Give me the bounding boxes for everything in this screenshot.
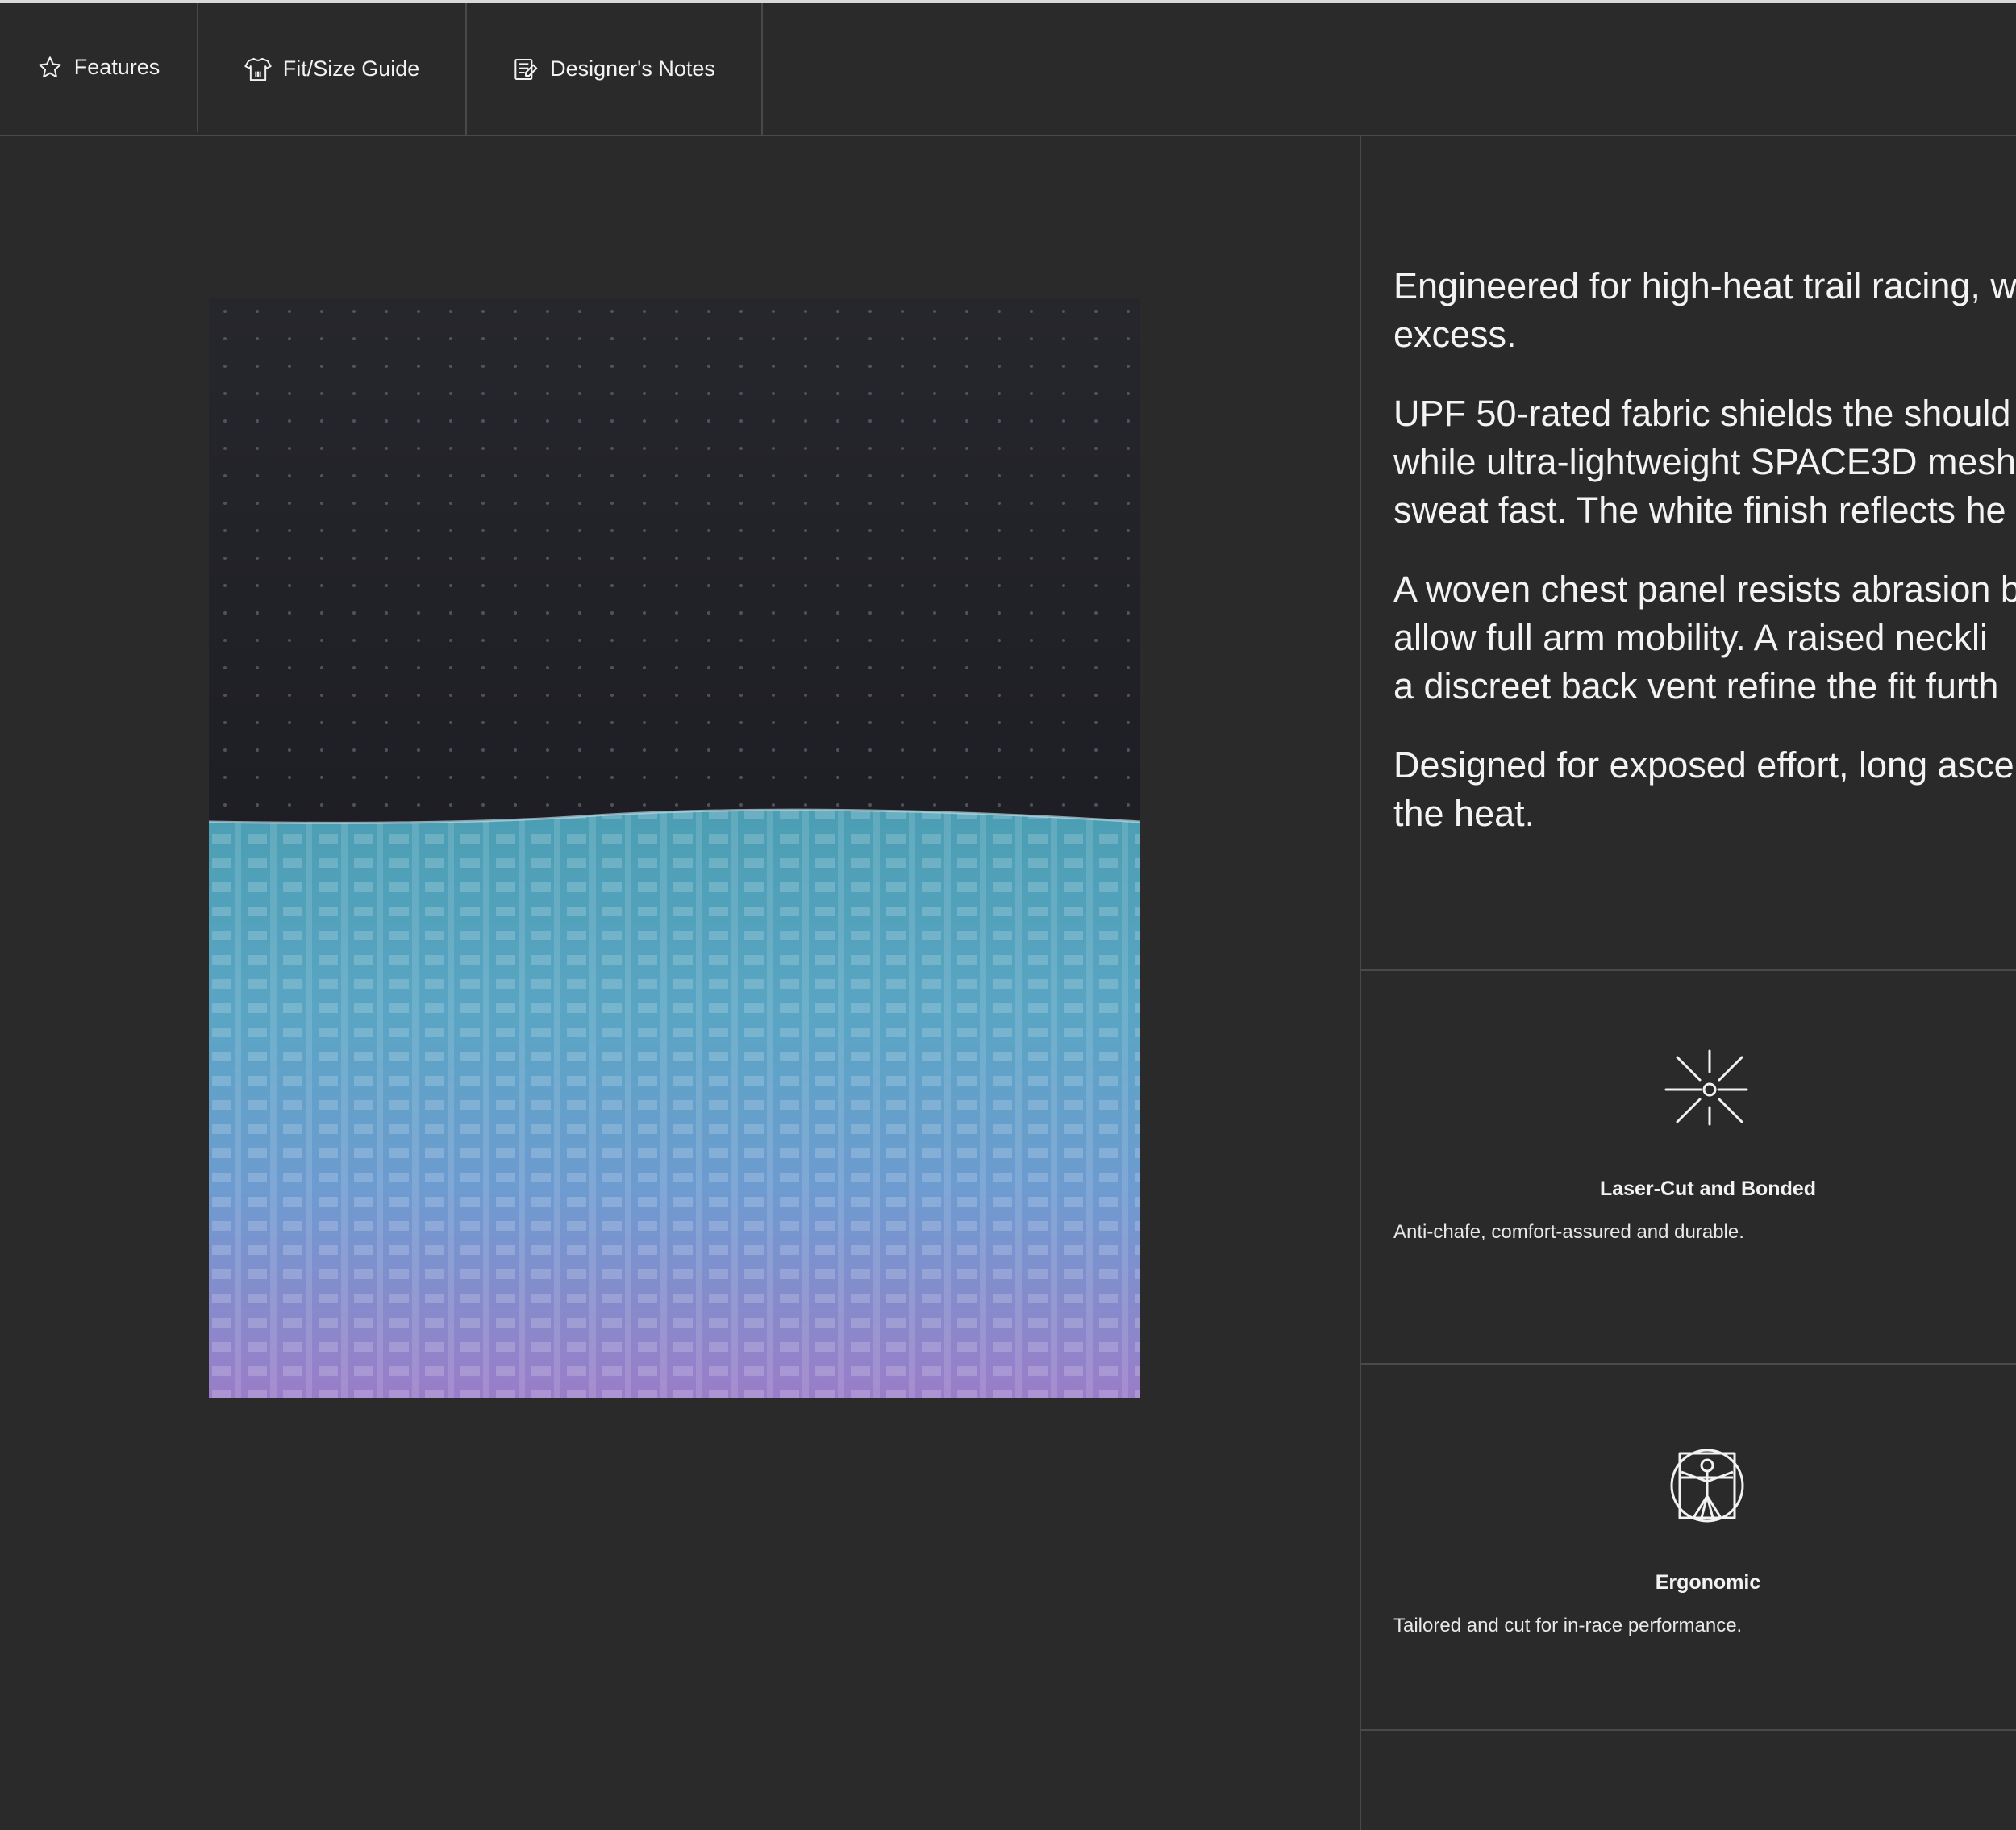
- feature-title: Ergonomic: [1655, 1571, 1761, 1594]
- feature-title: Laser-Cut and Bonded: [1599, 1178, 1817, 1200]
- description-paragraph: Designed for exposed effort, long asce t…: [1393, 744, 2014, 834]
- tab-features[interactable]: Features: [0, 3, 198, 135]
- vitruvian-man-icon: [1663, 1441, 1752, 1530]
- section-divider: [1361, 1729, 2016, 1731]
- laser-burst-icon: [1663, 1048, 1752, 1136]
- product-features-page: Features Fit/Size Guide Designer's Notes: [0, 0, 2016, 1830]
- tab-fit-size-guide[interactable]: Fit/Size Guide: [198, 3, 467, 135]
- tshirt-icon: [244, 56, 272, 82]
- tab-label: Designer's Notes: [550, 56, 715, 81]
- product-description: Engineered for high-heat trail racing, w…: [1393, 262, 2016, 869]
- tab-label: Fit/Size Guide: [282, 56, 420, 81]
- description-paragraph: Engineered for high-heat trail racing, w…: [1393, 265, 2016, 355]
- feature-laser-cut: Laser-Cut and Bonded Anti-chafe, comfort…: [1361, 971, 2016, 1363]
- product-image: [209, 298, 1140, 1398]
- notes-icon: [513, 56, 539, 82]
- star-icon: [37, 55, 63, 81]
- description-paragraph: UPF 50-rated fabric shields the should w…: [1393, 393, 2016, 531]
- description-paragraph: A woven chest panel resists abrasion b a…: [1393, 569, 2016, 707]
- tab-label: Features: [73, 55, 160, 79]
- tab-designers-notes[interactable]: Designer's Notes: [467, 3, 763, 135]
- feature-text: Anti-chafe, comfort-assured and durable.: [1393, 1221, 1744, 1243]
- feature-ergonomic: Ergonomic Tailored and cut for in-race p…: [1361, 1365, 2016, 1729]
- tab-bar: Features Fit/Size Guide Designer's Notes: [0, 3, 2016, 136]
- feature-text: Tailored and cut for in-race performance…: [1393, 1615, 1743, 1636]
